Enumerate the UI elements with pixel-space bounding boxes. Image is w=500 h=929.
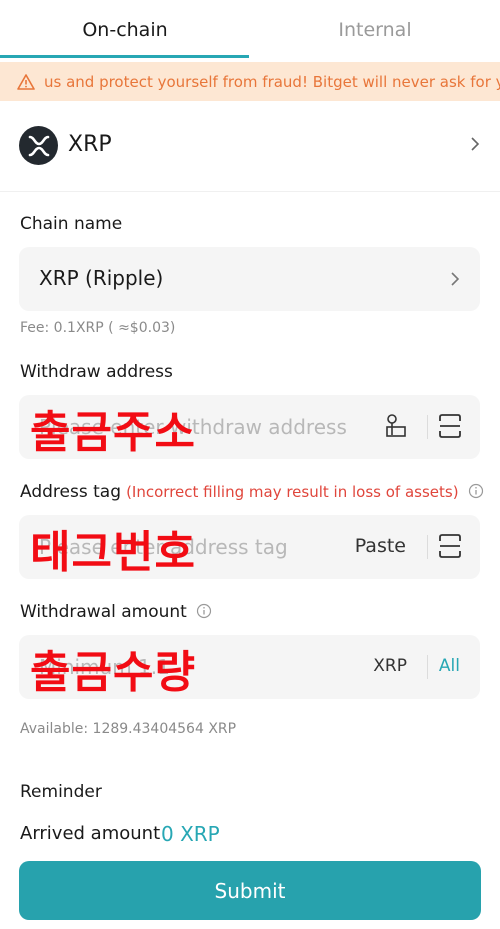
overlay-text-amount: 출금수량 [30,647,196,698]
paste-button[interactable]: Paste [355,535,406,557]
arrived-amount-label: Arrived amount [20,823,161,844]
field-separator [427,655,428,679]
coin-name: XRP [68,132,112,157]
chevron-right-icon [471,137,480,151]
chain-name-label: Chain name [20,214,123,234]
arrived-amount-value: 0 XRP [161,822,220,846]
chain-select[interactable]: XRP (Ripple) [19,247,480,311]
address-tag-warning: (Incorrect filling may result in loss of… [126,483,459,501]
overlay-text-tag: 태그번호 [30,527,196,578]
withdrawal-amount-label-row: Withdrawal amount [20,602,212,622]
tab-on-chain[interactable]: On-chain [0,0,250,60]
withdrawal-amount-label: Withdrawal amount [20,602,187,622]
address-tag-label-row: Address tag (Incorrect filling may resul… [20,482,484,502]
tab-bar: On-chain Internal [0,0,500,60]
active-tab-indicator [0,55,249,58]
xrp-logo-icon [19,126,58,165]
available-balance: Available: 1289.43404564 XRP [20,721,237,737]
scan-icon[interactable] [439,413,461,439]
fee-note: Fee: 0.1XRP ( ≈$0.03) [20,320,176,336]
tab-internal[interactable]: Internal [250,0,500,60]
warning-icon [17,73,35,90]
fraud-warning-banner: us and protect yourself from fraud! Bitg… [0,62,500,101]
overlay-text-address: 출금주소 [30,407,196,458]
info-icon[interactable] [196,603,212,619]
field-separator [427,415,428,439]
banner-text: us and protect yourself from fraud! Bitg… [44,72,500,91]
address-tag-label: Address tag [20,482,121,502]
chain-value: XRP (Ripple) [39,266,164,290]
all-button[interactable]: All [439,656,460,676]
amount-unit: XRP [373,656,407,676]
scan-icon[interactable] [439,533,461,559]
withdraw-address-label: Withdraw address [20,362,173,382]
section-divider [0,191,500,192]
reminder-label: Reminder [20,782,102,802]
address-book-icon[interactable] [384,413,408,439]
chevron-right-icon [451,272,460,286]
field-separator [427,535,428,559]
info-icon[interactable] [468,483,484,499]
coin-selector[interactable]: XRP [0,118,500,178]
submit-button[interactable]: Submit [19,861,481,920]
